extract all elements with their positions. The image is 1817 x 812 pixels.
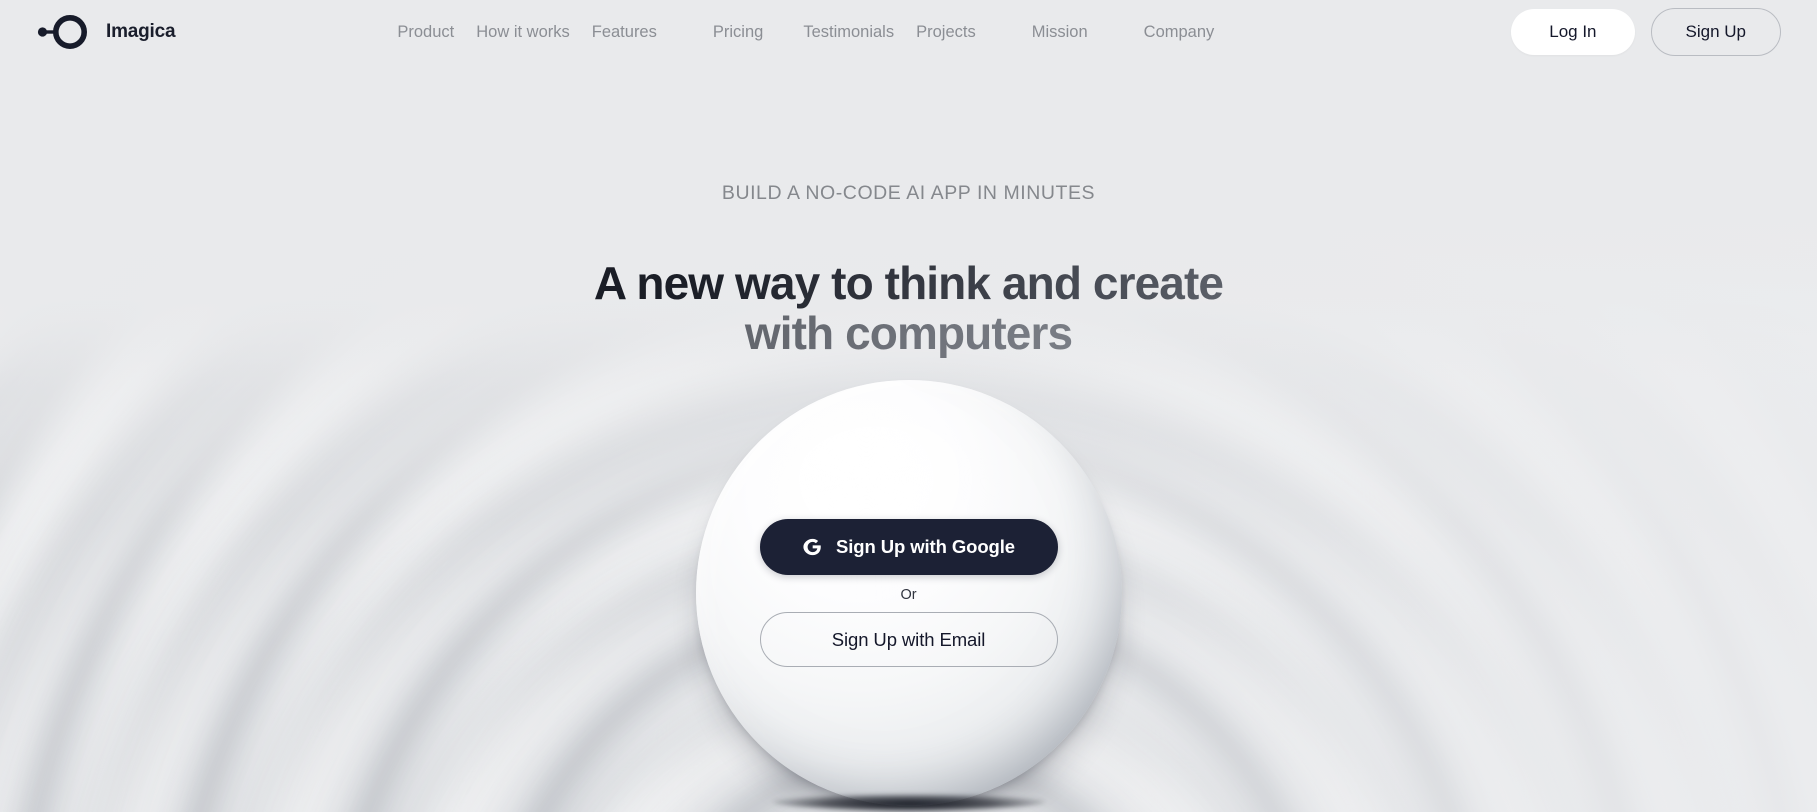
nav-item-product[interactable]: Product xyxy=(397,17,454,48)
log-in-button[interactable]: Log In xyxy=(1511,9,1635,55)
hero-headline: A new way to think and create with compu… xyxy=(0,258,1817,359)
signup-cta-group: Sign Up with Google Or Sign Up with Emai… xyxy=(759,519,1058,667)
header-actions: Log In Sign Up xyxy=(1511,8,1781,56)
nav-item-features[interactable]: Features xyxy=(592,17,657,48)
brand-logo[interactable]: Imagica xyxy=(36,14,176,50)
nav-item-testimonials[interactable]: Testimonials xyxy=(803,17,894,48)
brand-name: Imagica xyxy=(106,21,176,42)
hero-eyebrow: BUILD A NO-CODE AI APP IN MINUTES xyxy=(721,182,1096,204)
hero-sphere: Sign Up with Google Or Sign Up with Emai… xyxy=(695,380,1122,810)
google-g-icon xyxy=(803,538,821,555)
sphere-contact-shadow xyxy=(772,794,1045,810)
hero-headline-line-1: A new way to think and create xyxy=(0,258,1817,309)
nav-item-mission[interactable]: Mission xyxy=(1032,17,1088,48)
hero-headline-line-2: with computers xyxy=(0,308,1817,359)
sign-up-button[interactable]: Sign Up xyxy=(1650,8,1781,56)
nav-item-company[interactable]: Company xyxy=(1144,17,1215,48)
site-header: Imagica Product How it works Features Pr… xyxy=(0,0,1817,64)
landing-page: Imagica Product How it works Features Pr… xyxy=(0,0,1817,812)
nav-item-projects[interactable]: Projects xyxy=(916,17,976,48)
or-separator-label: Or xyxy=(900,587,917,603)
ring-with-dot-icon xyxy=(37,15,87,49)
sign-up-with-email-button[interactable]: Sign Up with Email xyxy=(759,612,1058,667)
nav-item-how-it-works[interactable]: How it works xyxy=(476,17,570,48)
nav-item-pricing[interactable]: Pricing xyxy=(713,17,763,48)
main-navigation: Product How it works Features Pricing Te… xyxy=(397,17,1214,48)
sign-up-with-google-button[interactable]: Sign Up with Google xyxy=(759,519,1058,575)
google-button-label: Sign Up with Google xyxy=(836,536,1015,557)
